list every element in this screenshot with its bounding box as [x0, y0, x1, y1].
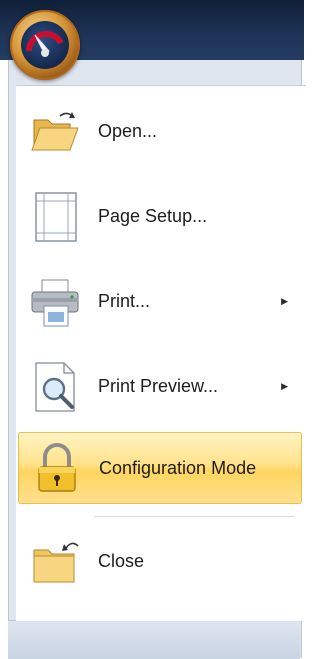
menu-item-label: Configuration Mode: [99, 458, 257, 478]
page-setup-icon: [30, 191, 82, 243]
open-folder-icon: [30, 106, 82, 158]
close-folder-icon: [30, 536, 82, 588]
application-menu-button[interactable]: [10, 10, 80, 80]
menu-item-label: Print Preview...: [98, 376, 219, 396]
menu-item-label: Close: [98, 551, 145, 571]
menu-item-close[interactable]: Close: [18, 526, 300, 596]
menu-item-print-preview[interactable]: Print Preview... ▶: [18, 351, 300, 421]
printer-icon: [30, 276, 82, 328]
menu-footer: [8, 620, 300, 659]
menu-item-configuration-mode[interactable]: Configuration Mode: [18, 432, 302, 504]
menu-item-print[interactable]: Print... ▶: [18, 266, 300, 336]
menu-item-open[interactable]: Open...: [18, 96, 300, 166]
lock-icon: [31, 443, 83, 495]
print-preview-icon: [30, 361, 82, 413]
menu-item-page-setup[interactable]: Page Setup...: [18, 181, 300, 251]
menu-item-label: Page Setup...: [98, 206, 208, 226]
menu-item-label: Open...: [98, 121, 158, 141]
submenu-arrow-icon: ▶: [281, 381, 288, 391]
gauge-icon: [21, 21, 69, 69]
menu-separator: [94, 516, 294, 517]
submenu-arrow-icon: ▶: [281, 296, 288, 306]
menu-item-label: Print...: [98, 291, 151, 311]
application-menu: Open... Page Setup... Print... ▶ Print P…: [16, 85, 306, 621]
